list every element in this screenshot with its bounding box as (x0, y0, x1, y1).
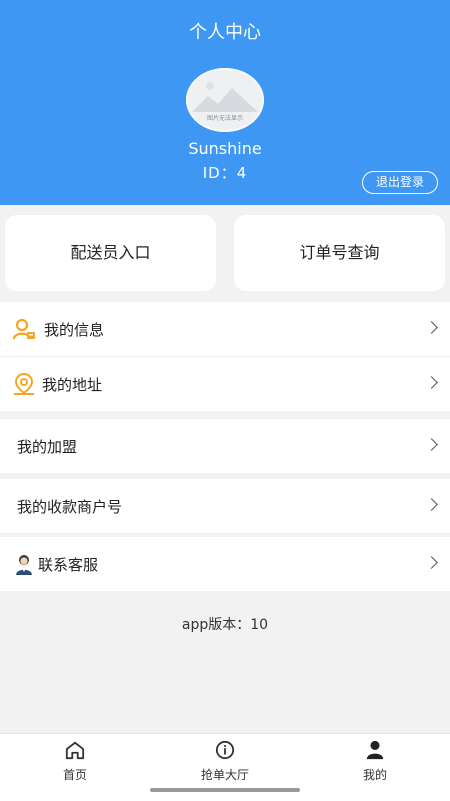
tab-home[interactable]: 首页 (0, 740, 150, 783)
chevron-right-icon (425, 376, 438, 389)
tab-mine[interactable]: 我的 (300, 740, 450, 783)
page-title: 个人中心 (189, 22, 261, 43)
order-lookup-button[interactable]: 订单号查询 (234, 215, 445, 291)
tab-order-hall[interactable]: 抢单大厅 (150, 740, 300, 783)
menu-item-label: 我的信息 (44, 321, 105, 339)
menu-section-merchant: 我的收款商户号 (0, 479, 450, 533)
location-pin-icon (14, 372, 34, 395)
chevron-right-icon (425, 321, 438, 334)
menu-item-label: 我的收款商户号 (17, 498, 123, 516)
chevron-right-icon (425, 438, 438, 451)
tab-label: 抢单大厅 (200, 768, 249, 782)
person-icon (366, 740, 384, 760)
home-icon (65, 741, 85, 760)
menu-section-service: 联系客服 (0, 537, 450, 591)
username: Sunshine (188, 139, 262, 158)
courier-entry-button[interactable]: 配送员入口 (5, 215, 216, 291)
chevron-right-icon (425, 498, 438, 511)
profile-header: 个人中心 图片无法显示 Sunshine ID：4 退出登录 (0, 0, 450, 205)
menu-item-label: 我的地址 (42, 376, 103, 394)
menu-item-my-info[interactable]: 我的信息 (0, 302, 450, 356)
agent-icon (16, 555, 32, 575)
logout-button[interactable]: 退出登录 (362, 171, 438, 194)
menu-item-label: 我的加盟 (17, 438, 78, 456)
menu-section-account: 我的信息 我的地址 (0, 302, 450, 411)
menu-section-franchise: 我的加盟 (0, 419, 450, 473)
avatar[interactable]: 图片无法显示 (186, 68, 264, 132)
menu-item-customer-service[interactable]: 联系客服 (0, 537, 450, 591)
menu-item-my-franchise[interactable]: 我的加盟 (0, 419, 450, 473)
tab-label: 我的 (362, 768, 387, 782)
image-placeholder-icon (192, 82, 258, 112)
avatar-caption: 图片无法显示 (206, 115, 243, 122)
tab-label: 首页 (62, 768, 87, 782)
menu-item-label: 联系客服 (38, 556, 99, 574)
info-circle-icon (215, 740, 235, 760)
user-badge-icon (12, 318, 35, 340)
home-indicator (150, 788, 300, 792)
chevron-right-icon (425, 556, 438, 569)
app-version: app版本：10 (181, 617, 269, 633)
menu-item-merchant-account[interactable]: 我的收款商户号 (0, 479, 450, 533)
menu-item-my-address[interactable]: 我的地址 (0, 356, 450, 411)
